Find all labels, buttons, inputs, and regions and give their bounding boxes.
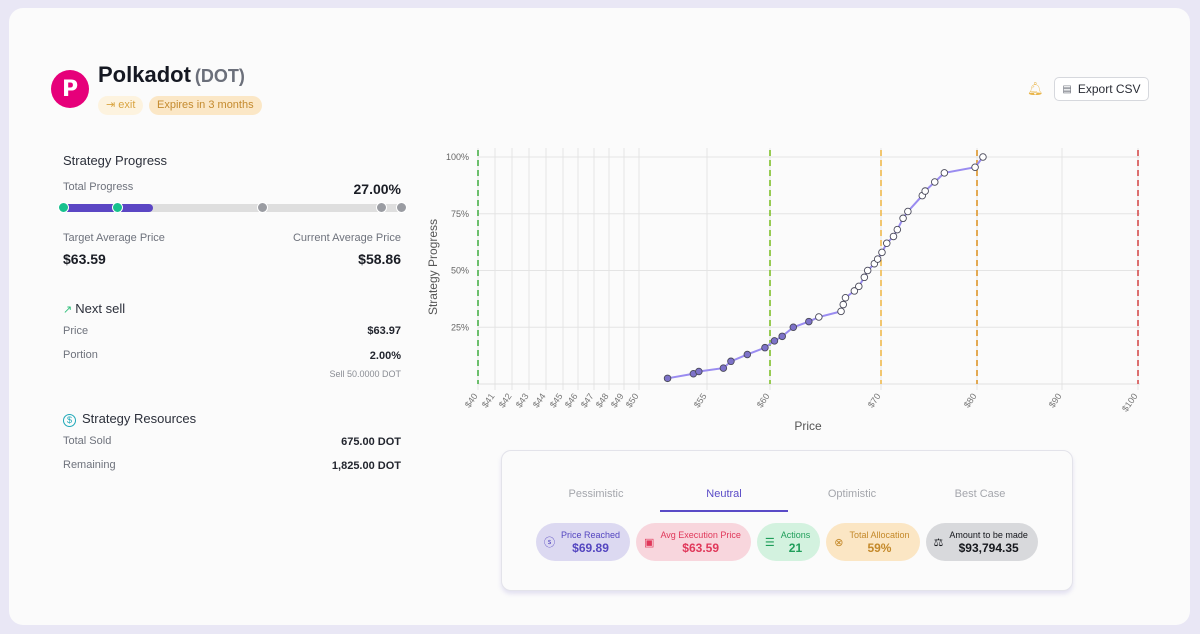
executed-point[interactable] [695,367,703,376]
strategy-chart: $40 $41 $42 $43 $44 $45$46 $47$48$49$50 $55 $60 $… [426,148,1140,433]
executed-point[interactable] [789,323,798,332]
x-tick-label: $42 [497,391,514,409]
planned-point[interactable] [860,273,869,282]
executed-point[interactable] [727,357,735,366]
planned-point[interactable] [837,307,845,316]
planned-point[interactable] [979,153,987,161]
executed-point[interactable] [743,350,752,359]
y-axis-label: Strategy Progress [426,219,440,315]
planned-point[interactable] [883,239,891,248]
planned-point[interactable] [815,313,823,321]
x-tick-label: $46 [563,391,580,409]
y-tick-label: 100% [446,152,469,162]
x-tick-label: $70 [866,391,883,409]
metric-label: Price Reached [561,529,621,540]
list-icon: ☰ [764,536,775,549]
planned-point[interactable] [889,232,898,241]
planned-point[interactable] [893,225,902,234]
executed-point[interactable] [778,332,786,341]
planned-point[interactable] [839,300,848,309]
metric-chip: ⊗ Total Allocation 59% [826,523,920,561]
metric-label: Avg Execution Price [660,529,741,540]
metric-value: 21 [788,540,803,555]
x-tick-label: $90 [1047,391,1064,409]
progress-line [667,156,984,380]
scenario-panel: Pessimistic Neutral Optimistic Best Case ⓢ P… [501,450,1073,591]
receipt-icon: ▣ [644,536,655,549]
y-tick-label: 75% [451,209,469,219]
executed-point[interactable] [761,343,769,352]
executed-point[interactable] [719,364,728,372]
metric-value: $63.59 [682,540,719,555]
y-tick-label: 25% [451,322,469,332]
tab-pessimistic[interactable]: Pessimistic [532,487,660,512]
metric-label: Total Allocation [849,529,910,540]
x-axis-label: Price [794,419,822,433]
y-tick-label: 50% [451,266,469,276]
x-tick-label: $60 [755,391,772,409]
planned-point[interactable] [904,207,912,216]
metric-chip: ⓢ Price Reached $69.89 [536,523,631,561]
planned-point[interactable] [921,187,929,195]
tab-optimistic[interactable]: Optimistic [788,487,916,512]
tab-best-case[interactable]: Best Case [916,487,1044,512]
planned-point[interactable] [863,266,872,275]
x-tick-label: $44 [531,391,548,409]
scenario-tabs: Pessimistic Neutral Optimistic Best Case [532,487,1044,512]
remaining-label: Remaining [63,459,116,471]
metric-label: Actions [780,529,811,540]
percent-circle-icon: ⊗ [834,536,844,549]
scenario-metrics: ⓢ Price Reached $69.89 ▣ Avg Execution Price… [536,523,1038,561]
metric-value: $93,794.35 [958,540,1019,555]
x-tick-label: $40 [463,391,480,409]
x-tick-label: $80 [962,391,979,409]
executed-point[interactable] [770,337,779,345]
metric-value: 59% [867,540,892,555]
planned-point[interactable] [873,255,882,263]
planned-point[interactable] [841,293,850,302]
x-tick-label: $47 [579,391,596,409]
metric-value: $69.89 [572,540,609,555]
x-tick-label: $41 [480,391,497,409]
x-tick-label: $55 [692,391,709,409]
executed-point[interactable] [663,374,672,383]
planned-point[interactable] [878,248,886,257]
x-tick-label: $45 [548,391,565,409]
dollar-circle-icon: ⓢ [544,537,555,549]
planned-point[interactable] [899,214,907,223]
x-tick-label: $43 [514,391,531,409]
planned-point[interactable] [971,163,979,171]
planned-point[interactable] [940,169,949,177]
x-tick-label: $48 [594,391,611,409]
x-tick-label: $49 [609,391,626,409]
tab-neutral[interactable]: Neutral [660,487,788,512]
x-tick-label: $50 [624,391,641,409]
planned-point[interactable] [855,282,863,291]
executed-point[interactable] [805,317,813,326]
metric-chip: ☰ Actions 21 [756,523,821,561]
x-tick-label: $100 [1120,391,1140,413]
metric-chip: ⚖ Amount to be made $93,794.35 [925,523,1038,561]
planned-point[interactable] [931,178,939,186]
metric-label: Amount to be made [949,529,1028,540]
metric-chip: ▣ Avg Execution Price $63.59 [636,523,751,561]
remaining-value: 1,825.00 DOT [331,460,401,472]
scale-icon: ⚖ [933,536,944,549]
